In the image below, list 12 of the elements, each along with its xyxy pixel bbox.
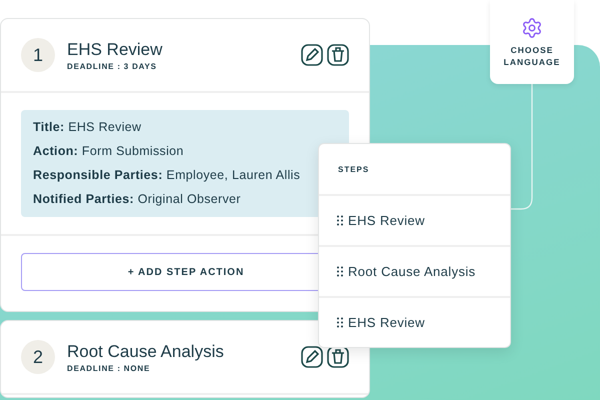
step-title: EHS Review [67,40,164,60]
step-number: 1 [21,38,55,72]
step-deadline: DEADLINE : 3 DAYS [67,62,158,70]
detail-line: Notified Parties: Original Observer [33,191,242,208]
detail-line: Title: EHS Review [33,119,142,136]
detail-line: Responsible Parties: Employee, Lauren Allis [33,167,302,184]
language-label: CHOOSE LANGUAGE [502,44,562,68]
step-number: 2 [21,340,55,374]
steps-heading: STEPS [319,144,510,196]
step-title: Root Cause Analysis [67,342,225,362]
detail-line: Action: Form Submission [33,143,185,160]
step-deadline: DEADLINE : NONE [67,364,152,372]
